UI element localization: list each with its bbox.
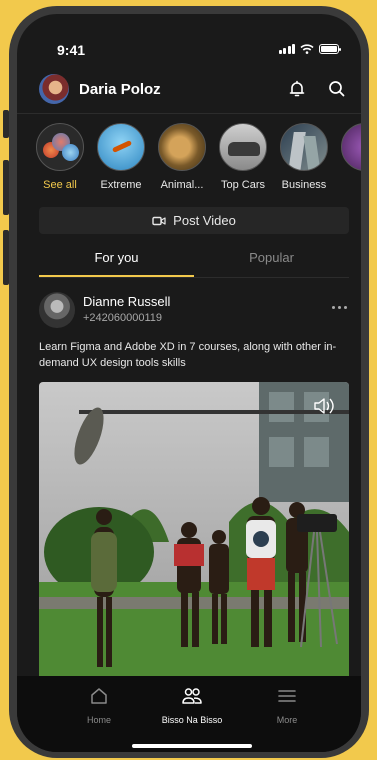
tab-popular[interactable]: Popular [194, 250, 349, 265]
nav-label: Bisso Na Bisso [161, 715, 223, 725]
nav-label: More [276, 715, 298, 725]
bottom-nav: Home Bisso Na Bisso More [17, 676, 361, 752]
side-button [3, 160, 9, 215]
app-screen: 9:41 Daria Poloz See all Extreme Animal.… [17, 14, 361, 752]
search-icon[interactable] [327, 79, 347, 99]
menu-icon [278, 690, 296, 702]
story-see-all[interactable]: See all [29, 123, 91, 191]
status-bar: 9:41 [17, 14, 361, 64]
nav-bisso-na-bisso[interactable]: Bisso Na Bisso [142, 686, 242, 725]
more-options-icon[interactable] [332, 306, 347, 309]
nav-home[interactable]: Home [49, 686, 149, 725]
story-animals[interactable]: Animal... [151, 123, 213, 191]
story-categories: See all Extreme Animal... Top Cars Busin… [36, 123, 361, 193]
battery-icon [319, 44, 341, 54]
video-camera-icon [152, 216, 166, 225]
author-avatar[interactable] [39, 292, 75, 328]
user-name[interactable]: Daria Poloz [79, 81, 161, 98]
story-extreme[interactable]: Extreme [90, 123, 152, 191]
wifi-icon [300, 44, 314, 54]
story-label: Top Cars [220, 179, 266, 191]
story-thumbnail [280, 123, 328, 171]
film-set-image [39, 382, 349, 682]
story-label: Animal... [160, 179, 204, 191]
story-label: See all [43, 179, 77, 191]
story-thumbnail [36, 123, 84, 171]
story-thumbnail [341, 123, 361, 171]
story-business[interactable]: Business [273, 123, 335, 191]
side-button [3, 230, 9, 285]
story-top-cars[interactable]: Top Cars [212, 123, 274, 191]
active-tab-indicator [39, 275, 194, 277]
post-video-label: Post Video [173, 213, 236, 228]
side-button [3, 110, 9, 138]
story-thumbnail [219, 123, 267, 171]
author-name[interactable]: Dianne Russell [83, 294, 170, 309]
status-icons [278, 44, 341, 54]
people-icon [182, 688, 202, 704]
story-thumbnail [97, 123, 145, 171]
feed-tabs: For you Popular [39, 242, 349, 278]
home-icon [91, 688, 107, 704]
status-time: 9:41 [57, 42, 86, 58]
post-text: Learn Figma and Adobe XD in 7 courses, a… [39, 341, 337, 369]
bell-icon[interactable] [287, 79, 307, 99]
story-label: Business [281, 179, 327, 191]
home-indicator[interactable] [132, 744, 252, 748]
app-header: Daria Poloz [17, 72, 361, 108]
story-thumbnail [158, 123, 206, 171]
post-video[interactable] [39, 382, 349, 682]
story-more[interactable]: I [334, 123, 361, 191]
header-divider [17, 113, 361, 114]
signal-icon [278, 44, 295, 54]
tabs-divider [39, 277, 349, 278]
user-avatar[interactable] [39, 74, 69, 104]
tab-for-you[interactable]: For you [39, 250, 194, 265]
story-label: I [334, 179, 361, 191]
nav-more[interactable]: More [237, 686, 337, 725]
author-phone: +242060000119 [83, 312, 163, 324]
post-video-button[interactable]: Post Video [39, 207, 349, 234]
story-label: Extreme [100, 179, 142, 191]
nav-label: Home [86, 715, 111, 725]
